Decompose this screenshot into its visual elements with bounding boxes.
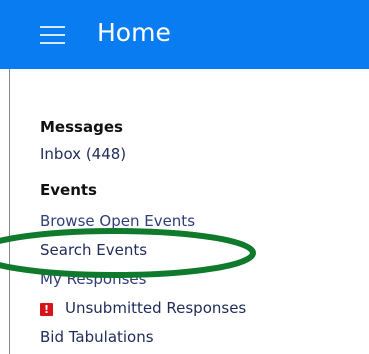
bid-tabulations-link[interactable]: Bid Tabulations bbox=[40, 328, 154, 346]
app-screen: Home Messages Inbox (448) Events Browse … bbox=[0, 0, 369, 354]
unsubmitted-responses-link[interactable]: Unsubmitted Responses bbox=[65, 299, 246, 317]
page-title: Home bbox=[97, 18, 171, 47]
sidebar-border bbox=[0, 69, 10, 354]
inbox-link[interactable]: Inbox (448) bbox=[40, 145, 126, 163]
events-heading: Events bbox=[40, 181, 97, 199]
search-events-link[interactable]: Search Events bbox=[40, 241, 147, 259]
alert-icon: ! bbox=[40, 303, 53, 316]
hamburger-menu-icon[interactable] bbox=[40, 26, 65, 45]
browse-open-events-link[interactable]: Browse Open Events bbox=[40, 212, 195, 230]
my-responses-link[interactable]: My Responses bbox=[40, 270, 146, 288]
top-header-bar: Home bbox=[0, 0, 369, 69]
messages-heading: Messages bbox=[40, 118, 123, 136]
